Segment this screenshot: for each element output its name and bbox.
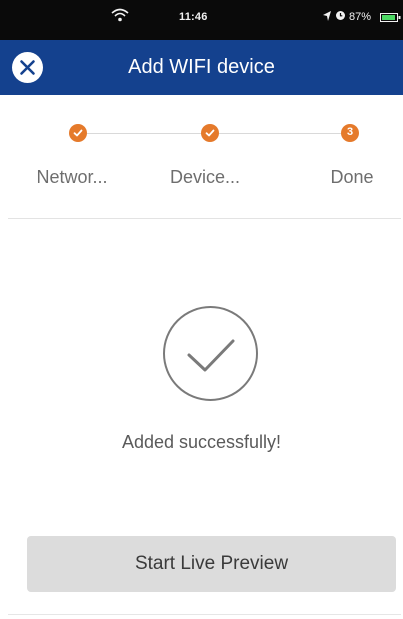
step-label-done: Done — [330, 167, 374, 187]
step-connector — [219, 133, 341, 134]
step-2-check-icon — [201, 124, 219, 142]
success-message: Added successfully! — [121, 432, 282, 452]
start-live-preview-button[interactable]: Start Live Preview — [27, 536, 396, 592]
step-3-number-badge: 3 — [341, 124, 359, 142]
step-3-number: 3 — [346, 126, 354, 138]
location-arrow-icon — [323, 11, 331, 21]
step-1-check-icon — [69, 124, 87, 142]
battery-percent: 87% — [349, 11, 372, 23]
step-label-network: Networ... — [36, 167, 108, 187]
nav-header: Add WIFI device — [0, 40, 403, 95]
page-title: Add WIFI device — [128, 56, 275, 78]
divider — [8, 614, 401, 615]
divider — [8, 218, 401, 219]
status-bar: 11:46 87% — [0, 0, 403, 40]
status-time: 11:46 — [179, 11, 208, 23]
battery-icon — [380, 13, 401, 22]
alarm-icon — [336, 11, 345, 20]
checkmark-circle-icon — [163, 306, 258, 401]
progress-steps: 3 Networ... Device... Done — [0, 95, 403, 220]
step-connector — [87, 133, 202, 134]
step-label-device: Device... — [169, 167, 241, 187]
wifi-icon — [111, 8, 129, 22]
